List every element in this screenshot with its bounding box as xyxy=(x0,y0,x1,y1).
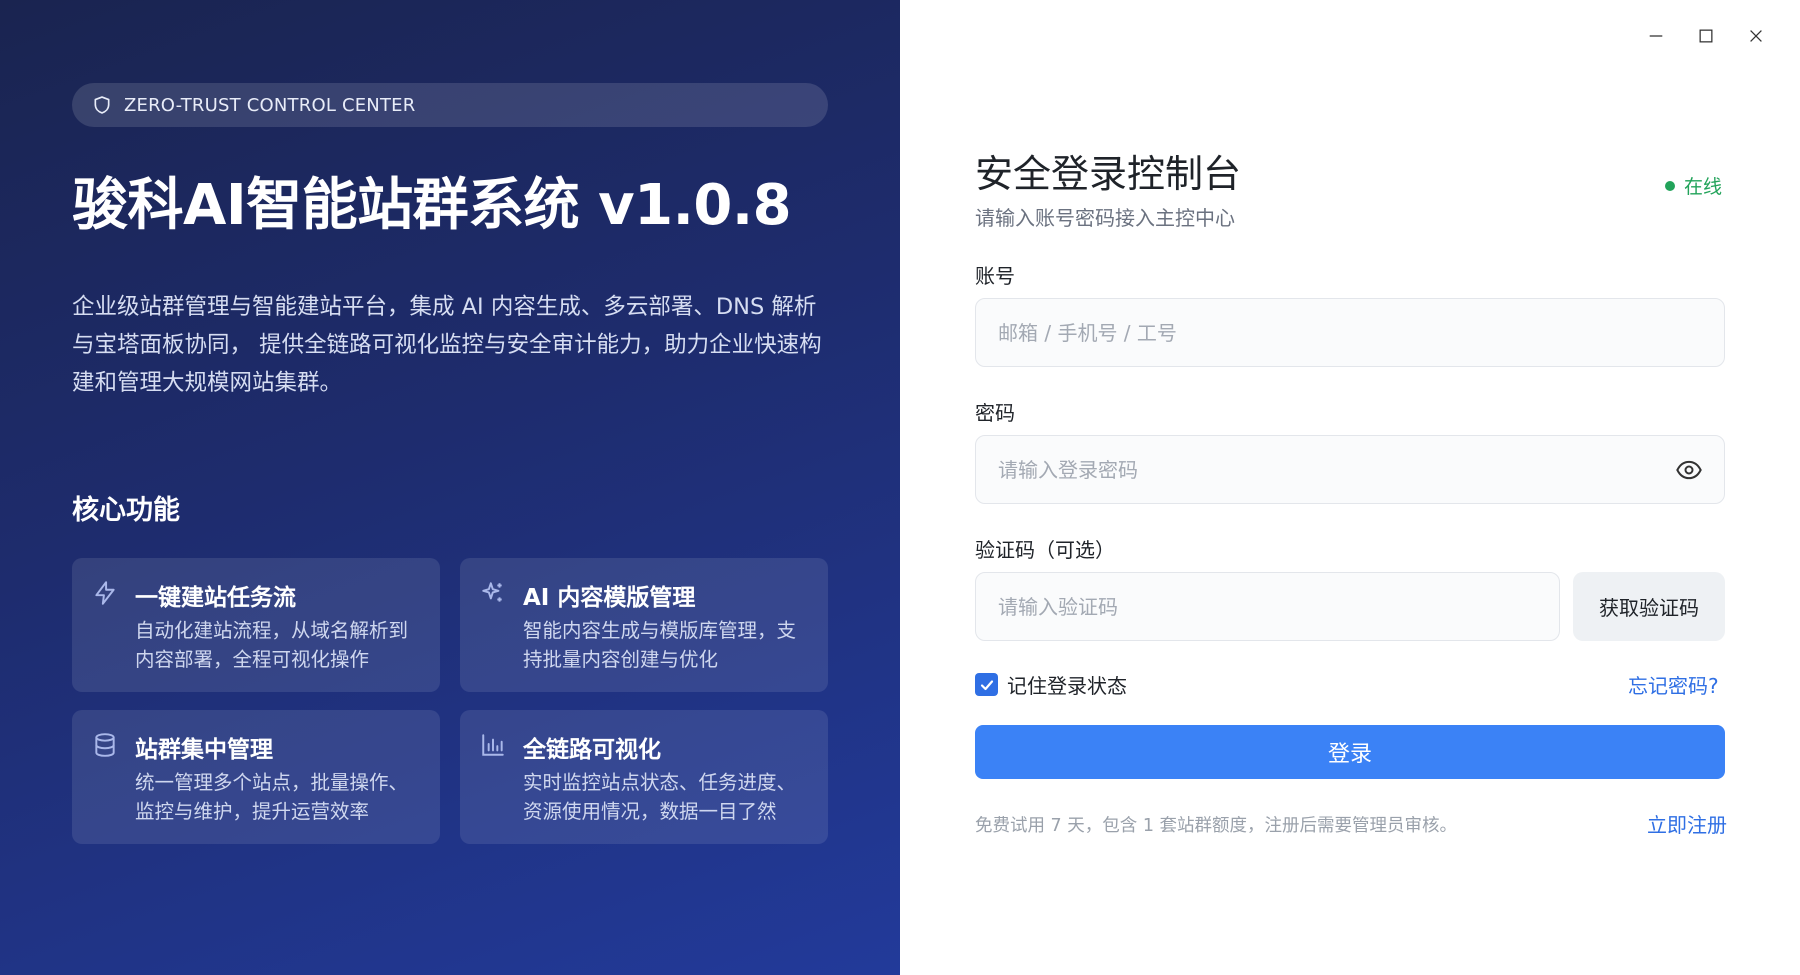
online-status: 在线 xyxy=(1665,172,1722,199)
feature-card-visualization: 全链路可视化 实时监控站点状态、任务进度、资源使用情况，数据一目了然 xyxy=(460,710,828,844)
shield-icon xyxy=(94,96,110,114)
feature-title: 一键建站任务流 xyxy=(135,585,296,611)
get-code-button[interactable]: 获取验证码 xyxy=(1573,572,1725,641)
features-heading: 核心功能 xyxy=(72,495,180,526)
badge-text: ZERO-TRUST CONTROL CENTER xyxy=(124,94,416,116)
feature-title: 全链路可视化 xyxy=(523,737,661,763)
feature-title: 站群集中管理 xyxy=(135,737,273,763)
remember-label: 记住登录状态 xyxy=(1007,674,1127,698)
feature-desc: 实时监控站点状态、任务进度、资源使用情况，数据一目了然 xyxy=(523,771,797,823)
product-title: 骏科AI智能站群系统 v1.0.8 xyxy=(72,173,792,238)
status-text: 在线 xyxy=(1684,176,1723,198)
database-icon xyxy=(95,733,115,757)
lightning-icon xyxy=(95,581,115,605)
code-label: 验证码（可选） xyxy=(975,538,1115,562)
login-title: 安全登录控制台 xyxy=(975,152,1242,196)
minimize-button[interactable] xyxy=(1642,22,1670,50)
status-dot xyxy=(1665,180,1675,191)
account-label: 账号 xyxy=(975,264,1015,288)
maximize-icon xyxy=(1699,29,1713,43)
account-input[interactable] xyxy=(975,298,1725,367)
trial-notice: 免费试用 7 天，包含 1 套站群额度，注册后需要管理员审核。 xyxy=(975,816,1458,836)
feature-desc: 智能内容生成与模版库管理，支持批量内容创建与优化 xyxy=(523,619,797,671)
feature-card-one-click-build: 一键建站任务流 自动化建站流程，从域名解析到内容部署，全程可视化操作 xyxy=(72,558,440,692)
password-label: 密码 xyxy=(975,401,1015,425)
feature-desc: 自动化建站流程，从域名解析到内容部署，全程可视化操作 xyxy=(135,619,409,671)
eye-icon[interactable] xyxy=(1675,456,1703,484)
code-input[interactable] xyxy=(975,572,1560,641)
sparkle-icon xyxy=(482,582,502,602)
remember-me[interactable]: 记住登录状态 xyxy=(975,670,1127,699)
maximize-button[interactable] xyxy=(1692,22,1720,50)
product-description: 企业级站群管理与智能建站平台，集成 AI 内容生成、多云部署、DNS 解析与宝塔… xyxy=(72,294,822,396)
password-input[interactable] xyxy=(975,435,1725,504)
minimize-icon xyxy=(1649,35,1663,37)
feature-card-ai-templates: AI 内容模版管理 智能内容生成与模版库管理，支持批量内容创建与优化 xyxy=(460,558,828,692)
window-controls xyxy=(1642,22,1770,50)
remember-checkbox[interactable] xyxy=(975,673,998,696)
bar-chart-icon xyxy=(482,734,504,756)
close-button[interactable] xyxy=(1742,22,1770,50)
forgot-password-link[interactable]: 忘记密码? xyxy=(1628,670,1719,699)
register-link[interactable]: 立即注册 xyxy=(1647,809,1727,838)
feature-card-site-management: 站群集中管理 统一管理多个站点，批量操作、监控与维护，提升运营效率 xyxy=(72,710,440,844)
check-icon xyxy=(980,679,993,690)
security-badge: ZERO-TRUST CONTROL CENTER xyxy=(72,83,828,127)
feature-title: AI 内容模版管理 xyxy=(523,585,696,611)
login-button[interactable]: 登录 xyxy=(975,725,1725,779)
close-icon xyxy=(1750,30,1762,42)
login-panel: 安全登录控制台 请输入账号密码接入主控中心 在线 账号 密码 验证码（可选） 获… xyxy=(900,0,1800,975)
login-subtitle: 请输入账号密码接入主控中心 xyxy=(975,206,1235,230)
feature-desc: 统一管理多个站点，批量操作、监控与维护，提升运营效率 xyxy=(135,771,409,823)
brand-panel: ZERO-TRUST CONTROL CENTER 骏科AI智能站群系统 v1.… xyxy=(0,0,900,975)
